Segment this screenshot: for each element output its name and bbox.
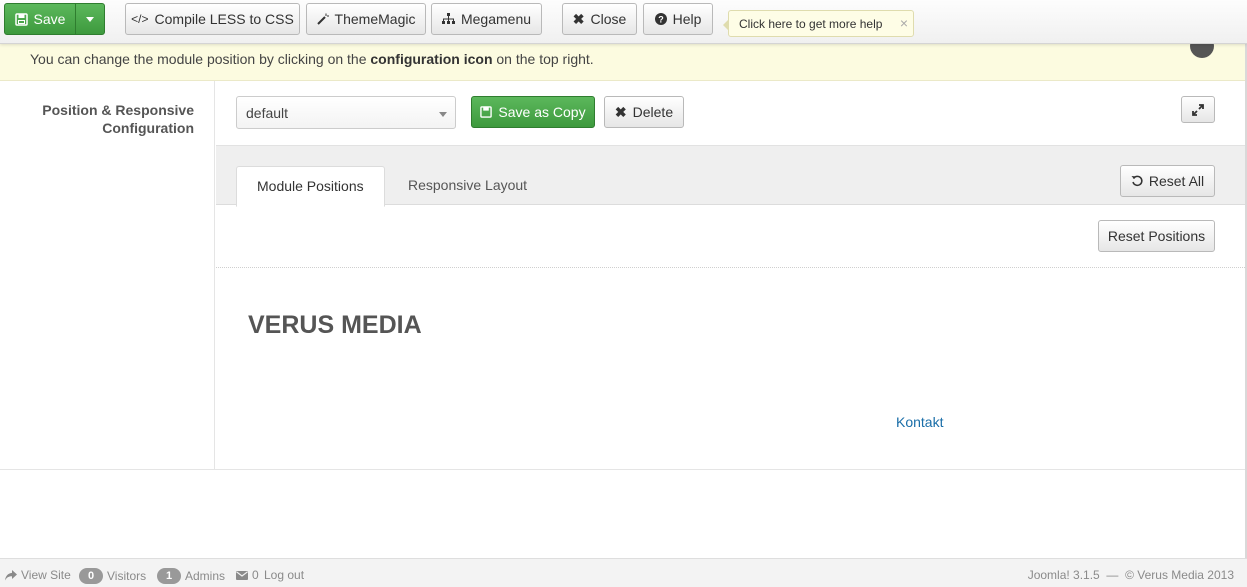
messages-status[interactable]: 0 — [236, 568, 259, 582]
copyright: © Verus Media 2013 — [1125, 568, 1234, 582]
view-site-link[interactable]: View Site — [5, 568, 71, 582]
sitemap-icon — [441, 13, 455, 25]
tab-responsive-layout[interactable]: Responsive Layout — [388, 166, 547, 206]
save-as-copy-button[interactable]: Save as Copy — [471, 96, 595, 128]
tooltip-close-icon[interactable]: × — [900, 15, 908, 31]
divider — [0, 469, 1247, 470]
layout-select-value: default — [246, 105, 289, 121]
tab-strip: Module Positions Responsive Layout — [216, 145, 1247, 207]
joomla-version: Joomla! 3.1.5 — [1027, 568, 1100, 582]
kontakt-link[interactable]: Kontakt — [896, 414, 943, 430]
close-icon: ✖ — [572, 10, 585, 27]
save-button-group: Save — [4, 3, 105, 35]
delete-button[interactable]: ✖ Delete — [604, 96, 684, 128]
help-tooltip: Click here to get more help × — [723, 10, 914, 37]
save-button[interactable]: Save — [4, 3, 76, 35]
close-button[interactable]: ✖ Close — [562, 3, 637, 35]
admins-status: 1 Admins — [157, 568, 225, 584]
tab-module-positions[interactable]: Module Positions — [236, 166, 385, 207]
layout-select[interactable]: default — [236, 96, 456, 129]
thememagic-button[interactable]: ThemeMagic — [306, 3, 426, 35]
admins-count-badge: 1 — [157, 568, 181, 584]
toolbar: Save </> Compile LESS to CSS ThemeMagic … — [0, 0, 1247, 44]
status-bar: View Site 0 Visitors 1 Admins 0 Log out … — [0, 558, 1247, 587]
close-icon: ✖ — [614, 103, 627, 120]
magic-wand-icon — [316, 13, 329, 25]
envelope-icon — [236, 570, 248, 580]
site-logo-text: VERUS MEDIA — [248, 311, 422, 339]
svg-text:?: ? — [658, 15, 664, 25]
section-label: Position & Responsive Configuration — [42, 102, 194, 136]
notice-text-bold: configuration icon — [370, 51, 493, 67]
megamenu-button[interactable]: Megamenu — [431, 3, 542, 35]
chevron-down-icon — [439, 112, 447, 117]
logout-link[interactable]: Log out — [264, 568, 304, 582]
notice-text-start: You can change the module position by cl… — [30, 51, 371, 67]
question-circle-icon: ? — [654, 13, 667, 25]
help-tooltip-text: Click here to get more help — [739, 17, 883, 31]
notice-text-end: on the top right. — [492, 51, 594, 67]
save-icon — [480, 106, 493, 118]
fullscreen-button[interactable] — [1181, 96, 1215, 123]
info-notice: You can change the module position by cl… — [0, 34, 1247, 81]
section-label-column: Position & Responsive Configuration — [0, 81, 215, 469]
footer-info: Joomla! 3.1.5 — © Verus Media 2013 — [1028, 568, 1234, 582]
undo-icon — [1131, 175, 1143, 187]
divider — [216, 267, 1247, 268]
expand-icon — [1192, 103, 1204, 116]
save-icon — [14, 12, 28, 26]
compile-less-button[interactable]: </> Compile LESS to CSS — [125, 3, 300, 35]
reset-positions-button[interactable]: Reset Positions — [1098, 220, 1215, 252]
chevron-down-icon — [86, 16, 94, 22]
code-icon: </> — [131, 12, 149, 26]
footer-separator: — — [1106, 568, 1119, 582]
reset-all-button[interactable]: Reset All — [1120, 165, 1215, 197]
save-label: Save — [33, 11, 66, 27]
share-icon — [5, 569, 17, 581]
help-button[interactable]: ? Help — [643, 3, 713, 35]
visitors-status: 0 Visitors — [79, 568, 146, 584]
visitors-count-badge: 0 — [79, 568, 103, 584]
save-options-dropdown[interactable] — [75, 3, 105, 35]
